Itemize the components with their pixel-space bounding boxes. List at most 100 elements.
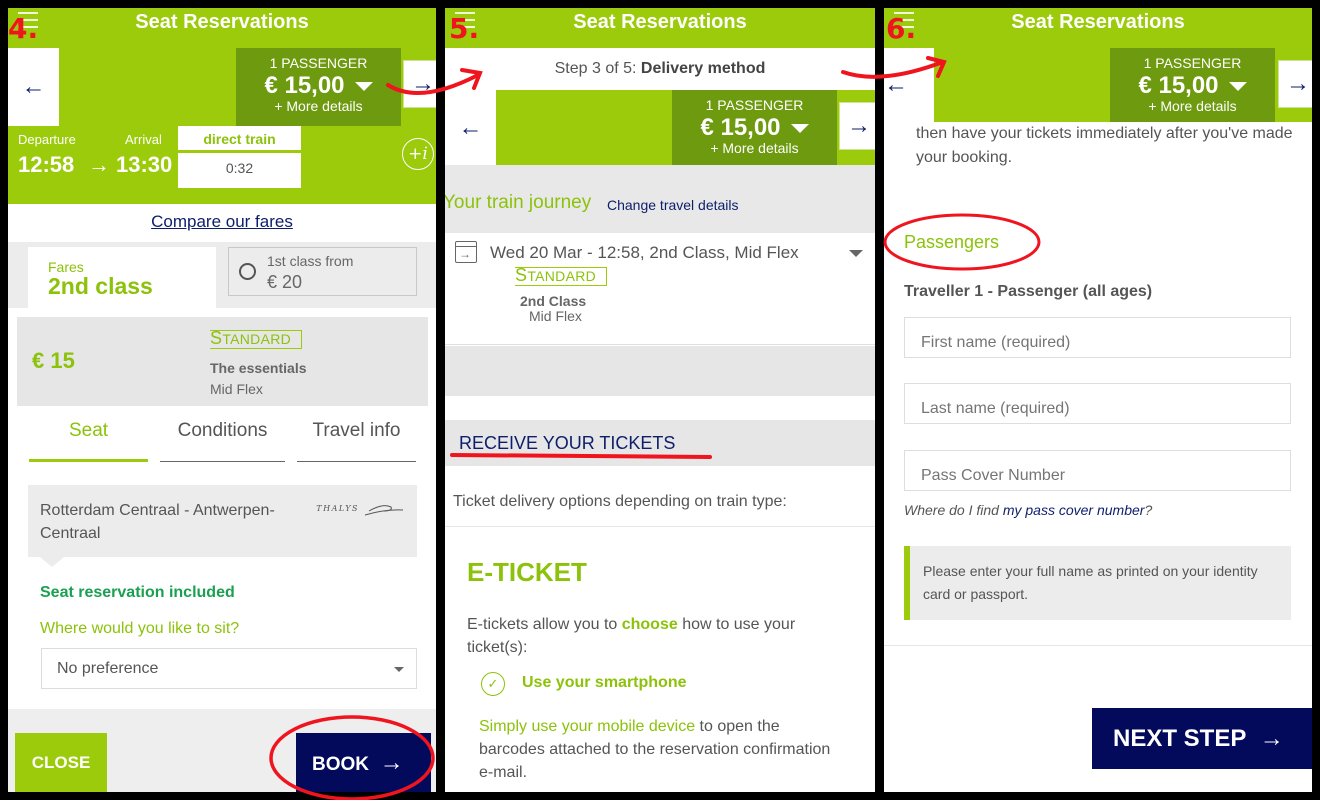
travel-class: 2nd Class <box>520 293 587 309</box>
next-step-button[interactable]: NEXT STEP → <box>1092 708 1312 769</box>
passenger-count: 1 PASSENGER <box>1143 55 1242 71</box>
annotation-step-5: 5. <box>449 12 480 45</box>
radio-button[interactable] <box>239 263 256 280</box>
arrow-right-icon: → <box>847 112 871 139</box>
direct-train-box: direct train 0:32 <box>178 126 301 188</box>
second-class-tab[interactable]: Fares 2nd class <box>28 247 216 308</box>
departure-time: 12:58 <box>18 152 75 177</box>
top-bar: Seat Reservations <box>884 8 1312 48</box>
standard-badge: STANDARD <box>210 329 303 349</box>
journey-header: Your train journey Change travel details <box>445 165 875 233</box>
route-box: Rotterdam Centraal - Antwerpen-Centraal … <box>28 485 417 567</box>
first-class-option[interactable]: 1st class from € 20 <box>228 247 417 296</box>
step-indicator: Step 3 of 5: Delivery method <box>445 48 875 90</box>
back-button[interactable]: ← <box>8 48 59 126</box>
passenger-count: 1 PASSENGER <box>705 97 804 113</box>
price-summary[interactable]: 1 PASSENGER € 15,00 + More details <box>1110 48 1275 122</box>
more-details-link[interactable]: + More details <box>236 98 401 114</box>
passenger-count: 1 PASSENGER <box>269 55 368 71</box>
back-button[interactable]: ← <box>445 90 496 165</box>
price-summary[interactable]: 1 PASSENGER € 15,00 + More details <box>672 90 837 165</box>
ticket-intro-text: then have your tickets immediately after… <box>916 125 1293 166</box>
arrow-right-icon: → <box>411 70 435 97</box>
fare-name: The essentials <box>210 360 307 376</box>
price-bar: ← 1 PASSENGER € 15,00 + More details → <box>445 90 875 168</box>
dropdown-caret-icon <box>394 667 404 672</box>
receive-tickets-heading: RECEIVE YOUR TICKETS <box>459 433 676 453</box>
more-details-link[interactable]: + More details <box>672 140 837 156</box>
page-title: Seat Reservations <box>1011 11 1185 33</box>
tab-travel-info[interactable]: Travel info <box>297 420 416 462</box>
second-class-label: 2nd class <box>48 273 153 299</box>
compare-fares-link[interactable]: Compare our fares <box>8 212 436 232</box>
trip-times: Departure Arrival 12:58 → 13:30 direct t… <box>8 126 436 204</box>
footer: CLOSE BOOK → <box>8 709 436 792</box>
fare-flexibility: Mid Flex <box>529 308 582 324</box>
price-bar: ← 1 PASSENGER € 15,00 + More details → <box>8 48 436 126</box>
tab-seat[interactable]: Seat <box>29 420 148 462</box>
book-button[interactable]: BOOK → <box>296 733 431 792</box>
caret-down-icon <box>790 124 809 134</box>
fare-class-selector: Fares 2nd class 1st class from € 20 <box>8 242 436 308</box>
arrow-right-icon: → <box>1259 725 1284 752</box>
total-price: € 15,00 <box>700 114 781 141</box>
last-name-field[interactable] <box>904 383 1291 424</box>
page-title: Seat Reservations <box>573 11 747 33</box>
total-price: € 15,00 <box>1138 72 1219 99</box>
delivery-options-text: Ticket delivery options depending on tra… <box>453 493 787 510</box>
pass-cover-link[interactable]: my pass cover number <box>1003 502 1145 518</box>
first-class-label: 1st class from <box>267 253 354 269</box>
arrow-left-icon: ← <box>21 73 46 100</box>
arrival-time: 13:30 <box>116 152 173 177</box>
route-name: Rotterdam Centraal - Antwerpen-Centraal <box>40 502 275 542</box>
eticket-description: E-tickets allow you to choose how to use… <box>467 616 796 656</box>
duration: 0:32 <box>225 160 254 176</box>
receive-tickets-section: RECEIVE YOUR TICKETS <box>445 420 875 466</box>
arrow-right-icon: → <box>1286 70 1310 97</box>
eticket-heading: E-TICKET <box>467 557 587 587</box>
thalys-logo: THALYS <box>316 499 405 519</box>
seat-preference-select[interactable]: No preference <box>41 648 417 689</box>
smartphone-description: Simply use your mobile device to open th… <box>479 718 831 781</box>
pass-cover-number-field[interactable] <box>904 450 1291 491</box>
divider <box>884 645 1312 646</box>
first-name-field[interactable] <box>904 317 1291 358</box>
next-button[interactable]: → <box>1278 60 1312 108</box>
next-button[interactable]: → <box>839 102 875 150</box>
total-price: € 15,00 <box>264 72 345 99</box>
screen-passenger-details: Seat Reservations ← 1 PASSENGER € 15,00 … <box>884 8 1312 792</box>
tab-conditions[interactable]: Conditions <box>160 420 285 462</box>
fare-price: € 15 <box>32 348 75 373</box>
name-note-text: Please enter your full name as printed o… <box>923 563 1258 602</box>
price-bar: 1 PASSENGER € 15,00 + More details → <box>934 48 1312 122</box>
direct-train-label: direct train <box>178 126 301 153</box>
caret-down-icon <box>1228 82 1247 92</box>
close-button[interactable]: CLOSE <box>15 733 107 792</box>
change-travel-details-link[interactable]: Change travel details <box>607 197 739 213</box>
next-button[interactable]: → <box>403 60 436 108</box>
spacer <box>445 346 875 396</box>
passengers-heading: Passengers <box>904 232 1000 252</box>
screen-seat-selection: Seat Reservations ← 1 PASSENGER € 15,00 … <box>8 8 436 792</box>
fare-flexibility: Mid Flex <box>210 381 263 397</box>
arrow-right-icon: → <box>379 749 404 776</box>
more-details-link[interactable]: + More details <box>1110 98 1275 114</box>
traveller-label: Traveller 1 - Passenger (all ages) <box>904 283 1153 300</box>
pass-cover-help: Where do I find my pass cover number? <box>904 502 1153 518</box>
arrow-right-icon: → <box>88 152 110 177</box>
price-summary[interactable]: 1 PASSENGER € 15,00 + More details <box>236 48 401 126</box>
annotation-step-6: 6. <box>886 12 917 45</box>
detail-tabs: Seat Conditions Travel info <box>8 420 436 462</box>
divider <box>445 526 875 527</box>
first-class-price: € 20 <box>267 272 303 292</box>
expand-caret-icon[interactable] <box>849 250 863 257</box>
seat-preference-value: No preference <box>57 660 159 677</box>
seat-question: Where would you like to sit? <box>40 620 240 637</box>
back-button[interactable]: ← <box>884 48 934 122</box>
info-icon[interactable]: +i <box>402 138 434 170</box>
page-title: Seat Reservations <box>135 11 309 33</box>
journey-summary: Wed 20 Mar - 12:58, 2nd Class, Mid Flex <box>490 243 799 262</box>
fare-card[interactable]: € 15 STANDARD The essentials Mid Flex <box>17 317 428 406</box>
journey-card[interactable]: Wed 20 Mar - 12:58, 2nd Class, Mid Flex … <box>445 234 875 345</box>
arrow-left-icon: ← <box>884 71 908 98</box>
